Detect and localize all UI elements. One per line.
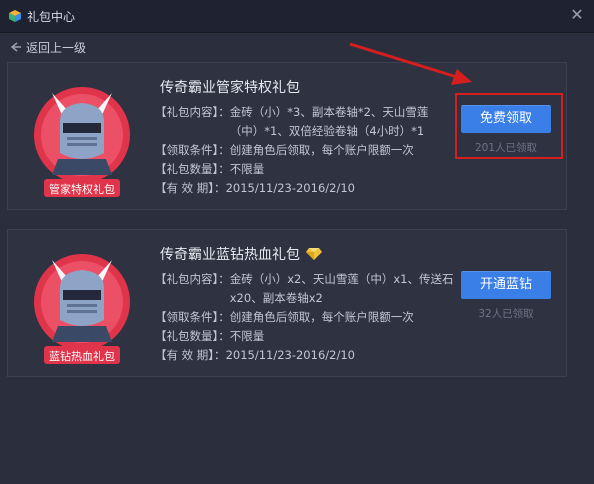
info-row-quantity: 【礼包数量】： 不限量 <box>155 327 455 346</box>
info-row-validity: 【有 效 期】： 2015/11/23-2016/2/10 <box>155 346 455 365</box>
info-value: 不限量 <box>229 162 265 176</box>
knight-helmet-emblem: 蓝钻热血礼包 <box>34 254 130 364</box>
info-label: 【领取条件】： <box>155 310 230 324</box>
info-value: 不限量 <box>229 329 265 343</box>
claimed-count: 32人已领取 <box>478 308 534 320</box>
info-value: 金砖（小）x2、天山雪莲（中）x1、传送石x20、副本卷轴x2 <box>229 272 454 305</box>
info-row-condition: 【领取条件】： 创建角色后领取，每个账户限额一次 <box>155 308 455 327</box>
gift-info: 【礼包内容】： 金砖（小）x2、天山雪莲（中）x1、传送石x20、副本卷轴x2 … <box>155 270 455 365</box>
info-label: 【礼包内容】： <box>155 272 230 286</box>
title-bar: 礼包中心 ✕ <box>0 0 594 33</box>
gift-title-text: 传奇霸业蓝钻热血礼包 <box>160 247 300 263</box>
open-blue-diamond-button[interactable]: 开通蓝钻 <box>461 271 551 299</box>
knight-helmet-emblem: 管家特权礼包 <box>34 87 130 197</box>
info-value: 创建角色后领取，每个账户限额一次 <box>229 310 414 324</box>
info-row-condition: 【领取条件】： 创建角色后领取，每个账户限额一次 <box>155 141 455 160</box>
gift-badge-label: 管家特权礼包 <box>49 182 115 196</box>
info-label: 【礼包数量】： <box>155 162 230 176</box>
info-row-content: 【礼包内容】： 金砖（小）*3、副本卷轴*2、天山雪莲（中）*1、双倍经验卷轴（… <box>155 103 455 141</box>
info-value: 创建角色后领取，每个账户限额一次 <box>229 143 414 157</box>
info-label: 【有 效 期】： <box>155 181 226 195</box>
gift-card-blue-diamond: 蓝钻热血礼包 传奇霸业蓝钻热血礼包 【礼包内容】： 金砖（小）x2、天山雪莲（中… <box>7 229 567 377</box>
close-icon[interactable]: ✕ <box>568 6 586 24</box>
back-link[interactable]: 返回上一级 <box>8 38 86 56</box>
annotation-highlight-box <box>455 93 563 159</box>
info-label: 【领取条件】： <box>155 143 230 157</box>
gift-title: 传奇霸业蓝钻热血礼包 <box>160 244 322 264</box>
info-row-quantity: 【礼包数量】： 不限量 <box>155 160 455 179</box>
gift-info: 【礼包内容】： 金砖（小）*3、副本卷轴*2、天山雪莲（中）*1、双倍经验卷轴（… <box>155 103 455 198</box>
gift-cube-icon <box>9 10 21 22</box>
window-title: 礼包中心 <box>27 10 76 24</box>
info-row-validity: 【有 效 期】： 2015/11/23-2016/2/10 <box>155 179 455 198</box>
info-row-content: 【礼包内容】： 金砖（小）x2、天山雪莲（中）x1、传送石x20、副本卷轴x2 <box>155 270 455 308</box>
gift-title: 传奇霸业管家特权礼包 <box>160 77 300 97</box>
info-value: 2015/11/23-2016/2/10 <box>225 348 355 362</box>
gift-card-steward: 管家特权礼包 传奇霸业管家特权礼包 【礼包内容】： 金砖（小）*3、副本卷轴*2… <box>7 62 567 210</box>
gift-title-text: 传奇霸业管家特权礼包 <box>160 80 300 96</box>
info-label: 【礼包内容】： <box>155 105 230 119</box>
arrow-left-icon <box>10 42 21 52</box>
gift-badge-label: 蓝钻热血礼包 <box>49 349 115 363</box>
info-label: 【有 效 期】： <box>155 348 226 362</box>
info-value: 2015/11/23-2016/2/10 <box>225 181 355 195</box>
info-value: 金砖（小）*3、副本卷轴*2、天山雪莲（中）*1、双倍经验卷轴（4小时）*1 <box>229 105 429 138</box>
blue-diamond-icon <box>306 248 322 260</box>
info-label: 【礼包数量】： <box>155 329 230 343</box>
back-label: 返回上一级 <box>26 40 87 55</box>
